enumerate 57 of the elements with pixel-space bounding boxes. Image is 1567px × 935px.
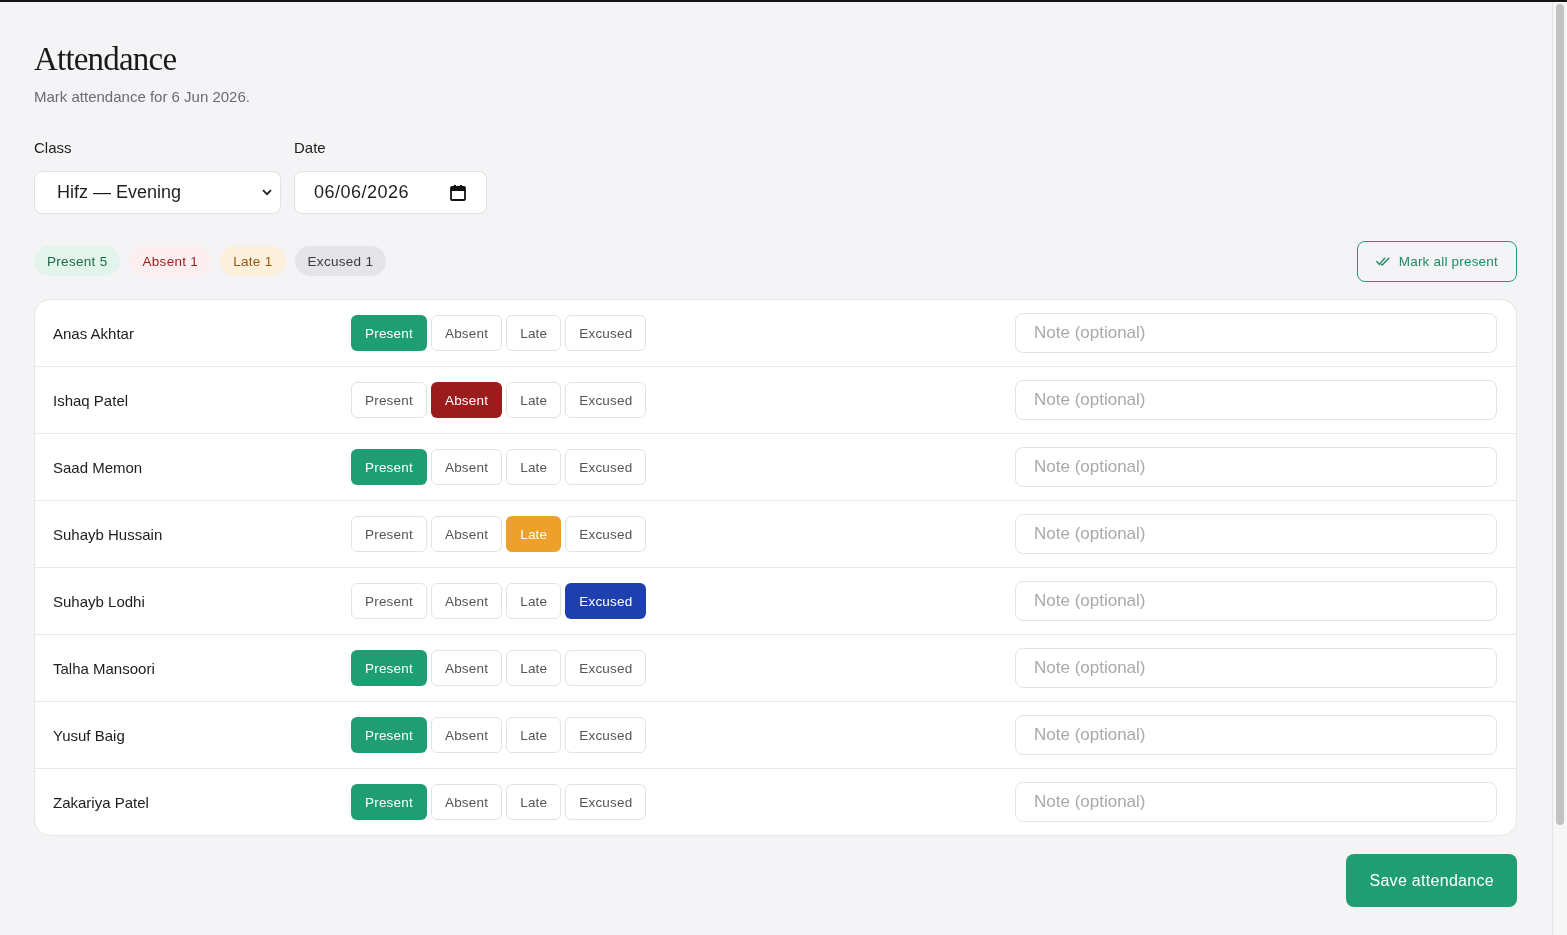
page-title: Attendance [34,40,177,78]
status-option[interactable]: Absent [430,650,503,686]
page-subtitle: Mark attendance for 6 Jun 2026. [34,87,250,107]
status-option[interactable]: Absent [430,449,503,485]
mark-all-present-button[interactable]: Mark all present [1356,240,1517,282]
note-field[interactable]: Note (optional) [1015,514,1497,554]
status-option[interactable]: Present [351,382,427,418]
class-select[interactable]: Hifz — Evening [34,171,281,214]
note-field[interactable]: Note (optional) [1015,313,1497,353]
calendar-icon[interactable] [450,184,466,201]
status-option[interactable]: Late [506,650,562,686]
student-name: Suhayb Hussain [53,525,163,543]
scrollbar-thumb[interactable] [1556,4,1564,825]
status-option[interactable]: Present [351,583,427,619]
note-field[interactable]: Note (optional) [1015,447,1497,487]
field-label: Date [294,138,326,158]
status-option[interactable]: Excused [565,650,647,686]
field-label: Class [34,138,72,158]
status-option[interactable]: Late [506,583,562,619]
status-option[interactable]: Present [351,516,427,552]
student-name: Anas Akhtar [53,324,134,342]
status-option[interactable]: Excused [565,516,647,552]
double-check-icon [1375,256,1390,266]
note-field[interactable]: Note (optional) [1015,581,1497,621]
student-name: Suhayb Lodhi [53,592,145,610]
status-option[interactable]: Absent [430,315,503,351]
status-option[interactable]: Excused [565,315,647,351]
status-option[interactable]: Absent [430,784,503,820]
note-field[interactable]: Note (optional) [1015,782,1497,822]
status-option[interactable]: Late [506,382,562,418]
status-count-chip: Late 1 [220,246,286,276]
note-field[interactable]: Note (optional) [1015,380,1497,420]
status-option[interactable]: Excused [565,784,647,820]
date-field[interactable]: 06/06/2026 [294,171,487,214]
status-option[interactable]: Late [506,449,562,485]
status-option[interactable]: Late [506,717,562,753]
status-option[interactable]: Absent [430,583,503,619]
status-option[interactable]: Excused [565,449,647,485]
chevron-down-icon [262,189,272,196]
note-field[interactable]: Note (optional) [1015,715,1497,755]
status-option[interactable]: Absent [430,516,503,552]
student-name: Saad Memon [53,458,143,476]
note-field[interactable]: Note (optional) [1015,648,1497,688]
status-option[interactable]: Late [506,784,562,820]
student-name: Ishaq Patel [53,391,129,409]
status-option[interactable]: Excused [565,717,647,753]
status-option[interactable]: Absent [430,717,503,753]
status-count-chip: Excused 1 [294,246,387,276]
student-name: Zakariya Patel [53,793,149,811]
status-count-chip: Absent 1 [129,246,212,276]
status-option[interactable]: Absent [430,382,503,418]
status-option[interactable]: Late [506,315,562,351]
status-option[interactable]: Excused [565,382,647,418]
student-name: Talha Mansoori [53,659,155,677]
status-count-chip: Present 5 [34,246,121,276]
student-name: Yusuf Baig [53,726,125,744]
status-option[interactable]: Excused [565,583,647,619]
